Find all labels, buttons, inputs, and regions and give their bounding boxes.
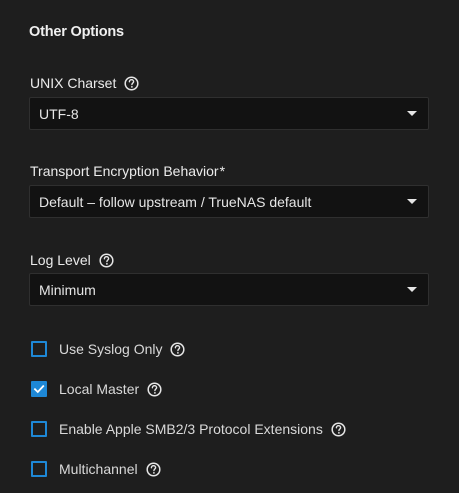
use-syslog-only-label: Use Syslog Only (59, 341, 163, 357)
check-icon (33, 384, 45, 394)
log-level-label: Log Level (30, 251, 114, 269)
transport-encryption-label: Transport Encryption Behavior * (30, 162, 225, 180)
multichannel-checkbox[interactable] (31, 461, 47, 477)
chevron-down-icon (407, 287, 417, 292)
transport-encryption-label-text: Transport Encryption Behavior (30, 163, 219, 179)
chevron-down-icon (407, 111, 417, 116)
apple-smb-extensions-checkbox-row[interactable]: Enable Apple SMB2/3 Protocol Extensions (31, 420, 346, 438)
help-icon[interactable] (331, 421, 346, 437)
apple-smb-extensions-checkbox[interactable] (31, 421, 47, 437)
multichannel-label: Multichannel (59, 461, 138, 477)
use-syslog-only-checkbox[interactable] (31, 341, 47, 357)
apple-smb-extensions-label: Enable Apple SMB2/3 Protocol Extensions (59, 421, 323, 437)
section-title: Other Options (29, 24, 124, 40)
unix-charset-label-text: UNIX Charset (30, 75, 117, 91)
other-options-panel: Other Options UNIX Charset UTF-8 Transpo… (0, 0, 459, 493)
log-level-label-text: Log Level (30, 252, 91, 268)
chevron-down-icon (407, 199, 417, 204)
help-icon[interactable] (99, 252, 114, 268)
help-icon[interactable] (147, 381, 162, 397)
log-level-value: Minimum (39, 281, 96, 298)
help-icon[interactable] (124, 75, 139, 91)
use-syslog-only-checkbox-row[interactable]: Use Syslog Only (31, 340, 186, 358)
unix-charset-label: UNIX Charset (30, 74, 139, 92)
help-icon[interactable] (146, 461, 161, 477)
local-master-checkbox[interactable] (31, 381, 47, 397)
log-level-select[interactable]: Minimum (29, 273, 429, 306)
local-master-label: Local Master (59, 381, 140, 397)
unix-charset-select[interactable]: UTF-8 (29, 97, 429, 130)
help-icon[interactable] (170, 341, 186, 357)
unix-charset-value: UTF-8 (39, 105, 79, 122)
local-master-checkbox-row[interactable]: Local Master (31, 380, 162, 398)
multichannel-checkbox-row[interactable]: Multichannel (31, 460, 161, 478)
transport-encryption-select[interactable]: Default – follow upstream / TrueNAS defa… (29, 185, 429, 218)
transport-encryption-value: Default – follow upstream / TrueNAS defa… (39, 193, 312, 210)
required-mark: * (219, 163, 226, 179)
